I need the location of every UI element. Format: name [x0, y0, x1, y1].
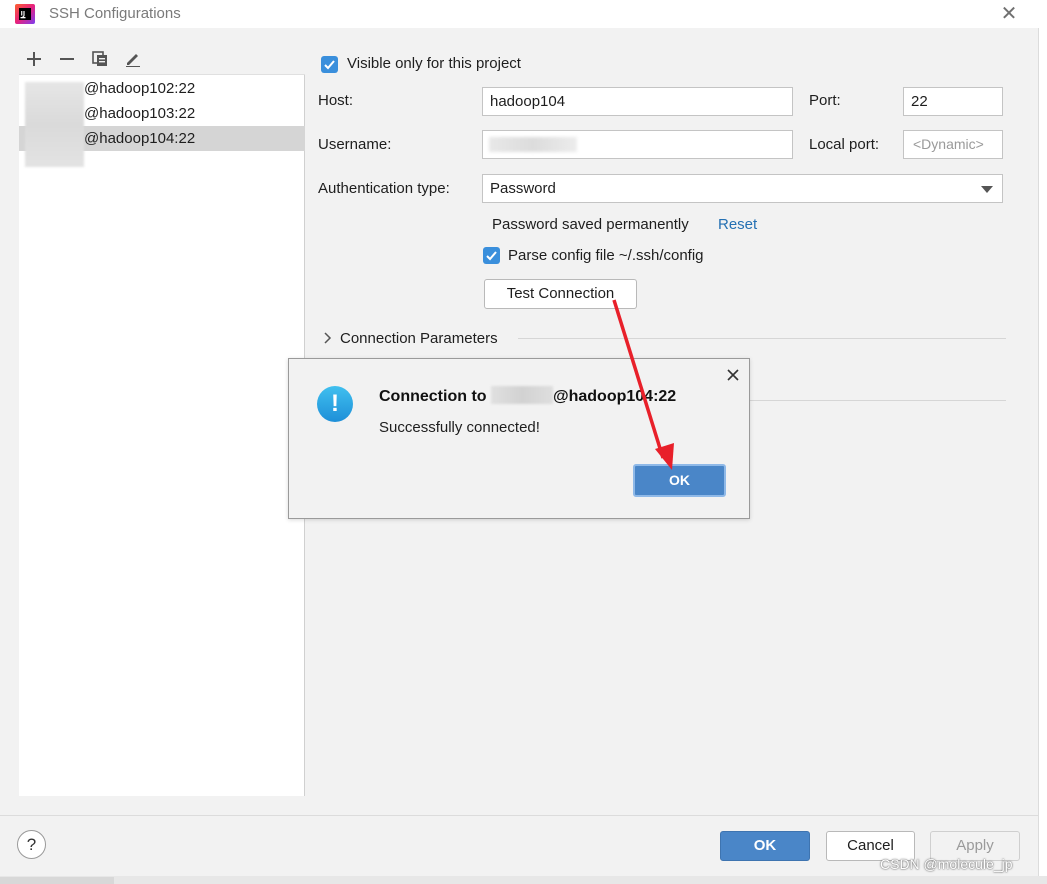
info-icon: !: [317, 386, 353, 422]
help-button[interactable]: ?: [17, 830, 46, 859]
parse-config-label: Parse config file ~/.ssh/config: [508, 247, 704, 264]
username-label: Username:: [318, 136, 392, 153]
ok-button[interactable]: OK: [720, 831, 810, 861]
host-input[interactable]: hadoop104: [482, 87, 793, 116]
plus-icon[interactable]: [23, 48, 45, 70]
minus-icon[interactable]: [56, 48, 78, 70]
dialog-ok-button[interactable]: OK: [633, 464, 726, 497]
window-title: SSH Configurations: [49, 5, 181, 22]
visible-only-label: Visible only for this project: [347, 55, 521, 72]
intellij-logo-icon: IJ: [15, 4, 35, 24]
redacted-username-blur: [491, 386, 553, 404]
section-divider: [750, 400, 1006, 401]
username-input[interactable]: [482, 130, 793, 159]
dropdown-arrow-icon: [981, 186, 993, 193]
auth-type-label: Authentication type:: [318, 180, 450, 197]
password-saved-text: Password saved permanently: [492, 216, 689, 233]
window-close-icon[interactable]: ✕: [998, 4, 1020, 24]
reset-link[interactable]: Reset: [718, 216, 757, 233]
auth-type-select[interactable]: Password: [482, 174, 1003, 203]
chevron-right-icon[interactable]: [322, 330, 334, 346]
copy-icon[interactable]: [89, 48, 111, 70]
bottom-strip: [0, 876, 1047, 884]
host-label: @hadoop104:22: [84, 130, 196, 147]
footer-divider: [0, 815, 1038, 816]
watermark: CSDN @molecule_jp: [880, 856, 1013, 872]
host-toolbar: [19, 44, 305, 75]
window-titlebar: IJ SSH Configurations ✕: [0, 0, 1047, 28]
visible-only-checkbox[interactable]: [321, 56, 338, 73]
dialog-message: Successfully connected!: [379, 419, 540, 436]
background-window-edge: [1038, 28, 1047, 884]
port-label: Port:: [809, 92, 841, 109]
dialog-title-prefix: Connection to: [379, 388, 487, 405]
parse-config-checkbox[interactable]: [483, 247, 500, 264]
connection-params-label[interactable]: Connection Parameters: [340, 330, 498, 347]
auth-type-value: Password: [490, 180, 556, 197]
dialog-title: Connection to @hadoop104:22: [379, 386, 676, 406]
host-label: @hadoop103:22: [84, 105, 196, 122]
local-port-label: Local port:: [809, 136, 880, 153]
local-port-input[interactable]: <Dynamic>: [903, 130, 1003, 159]
bottom-strip-segment: [0, 877, 114, 884]
host-list-panel: @hadoop102:22 @hadoop103:22 @hadoop104:2…: [19, 44, 305, 796]
edit-icon[interactable]: [122, 48, 144, 70]
connection-result-dialog: ! Connection to @hadoop104:22 Successful…: [288, 358, 750, 519]
svg-text:IJ: IJ: [21, 11, 25, 18]
dialog-close-icon[interactable]: [725, 367, 741, 383]
test-connection-button[interactable]: Test Connection: [484, 279, 637, 309]
redacted-username-blur: [489, 137, 577, 152]
section-divider: [518, 338, 1006, 339]
port-input[interactable]: 22: [903, 87, 1003, 116]
redacted-username-blur: [25, 82, 84, 167]
host-label: @hadoop102:22: [84, 80, 196, 97]
dialog-title-suffix: @hadoop104:22: [553, 388, 677, 405]
host-label: Host:: [318, 92, 354, 109]
